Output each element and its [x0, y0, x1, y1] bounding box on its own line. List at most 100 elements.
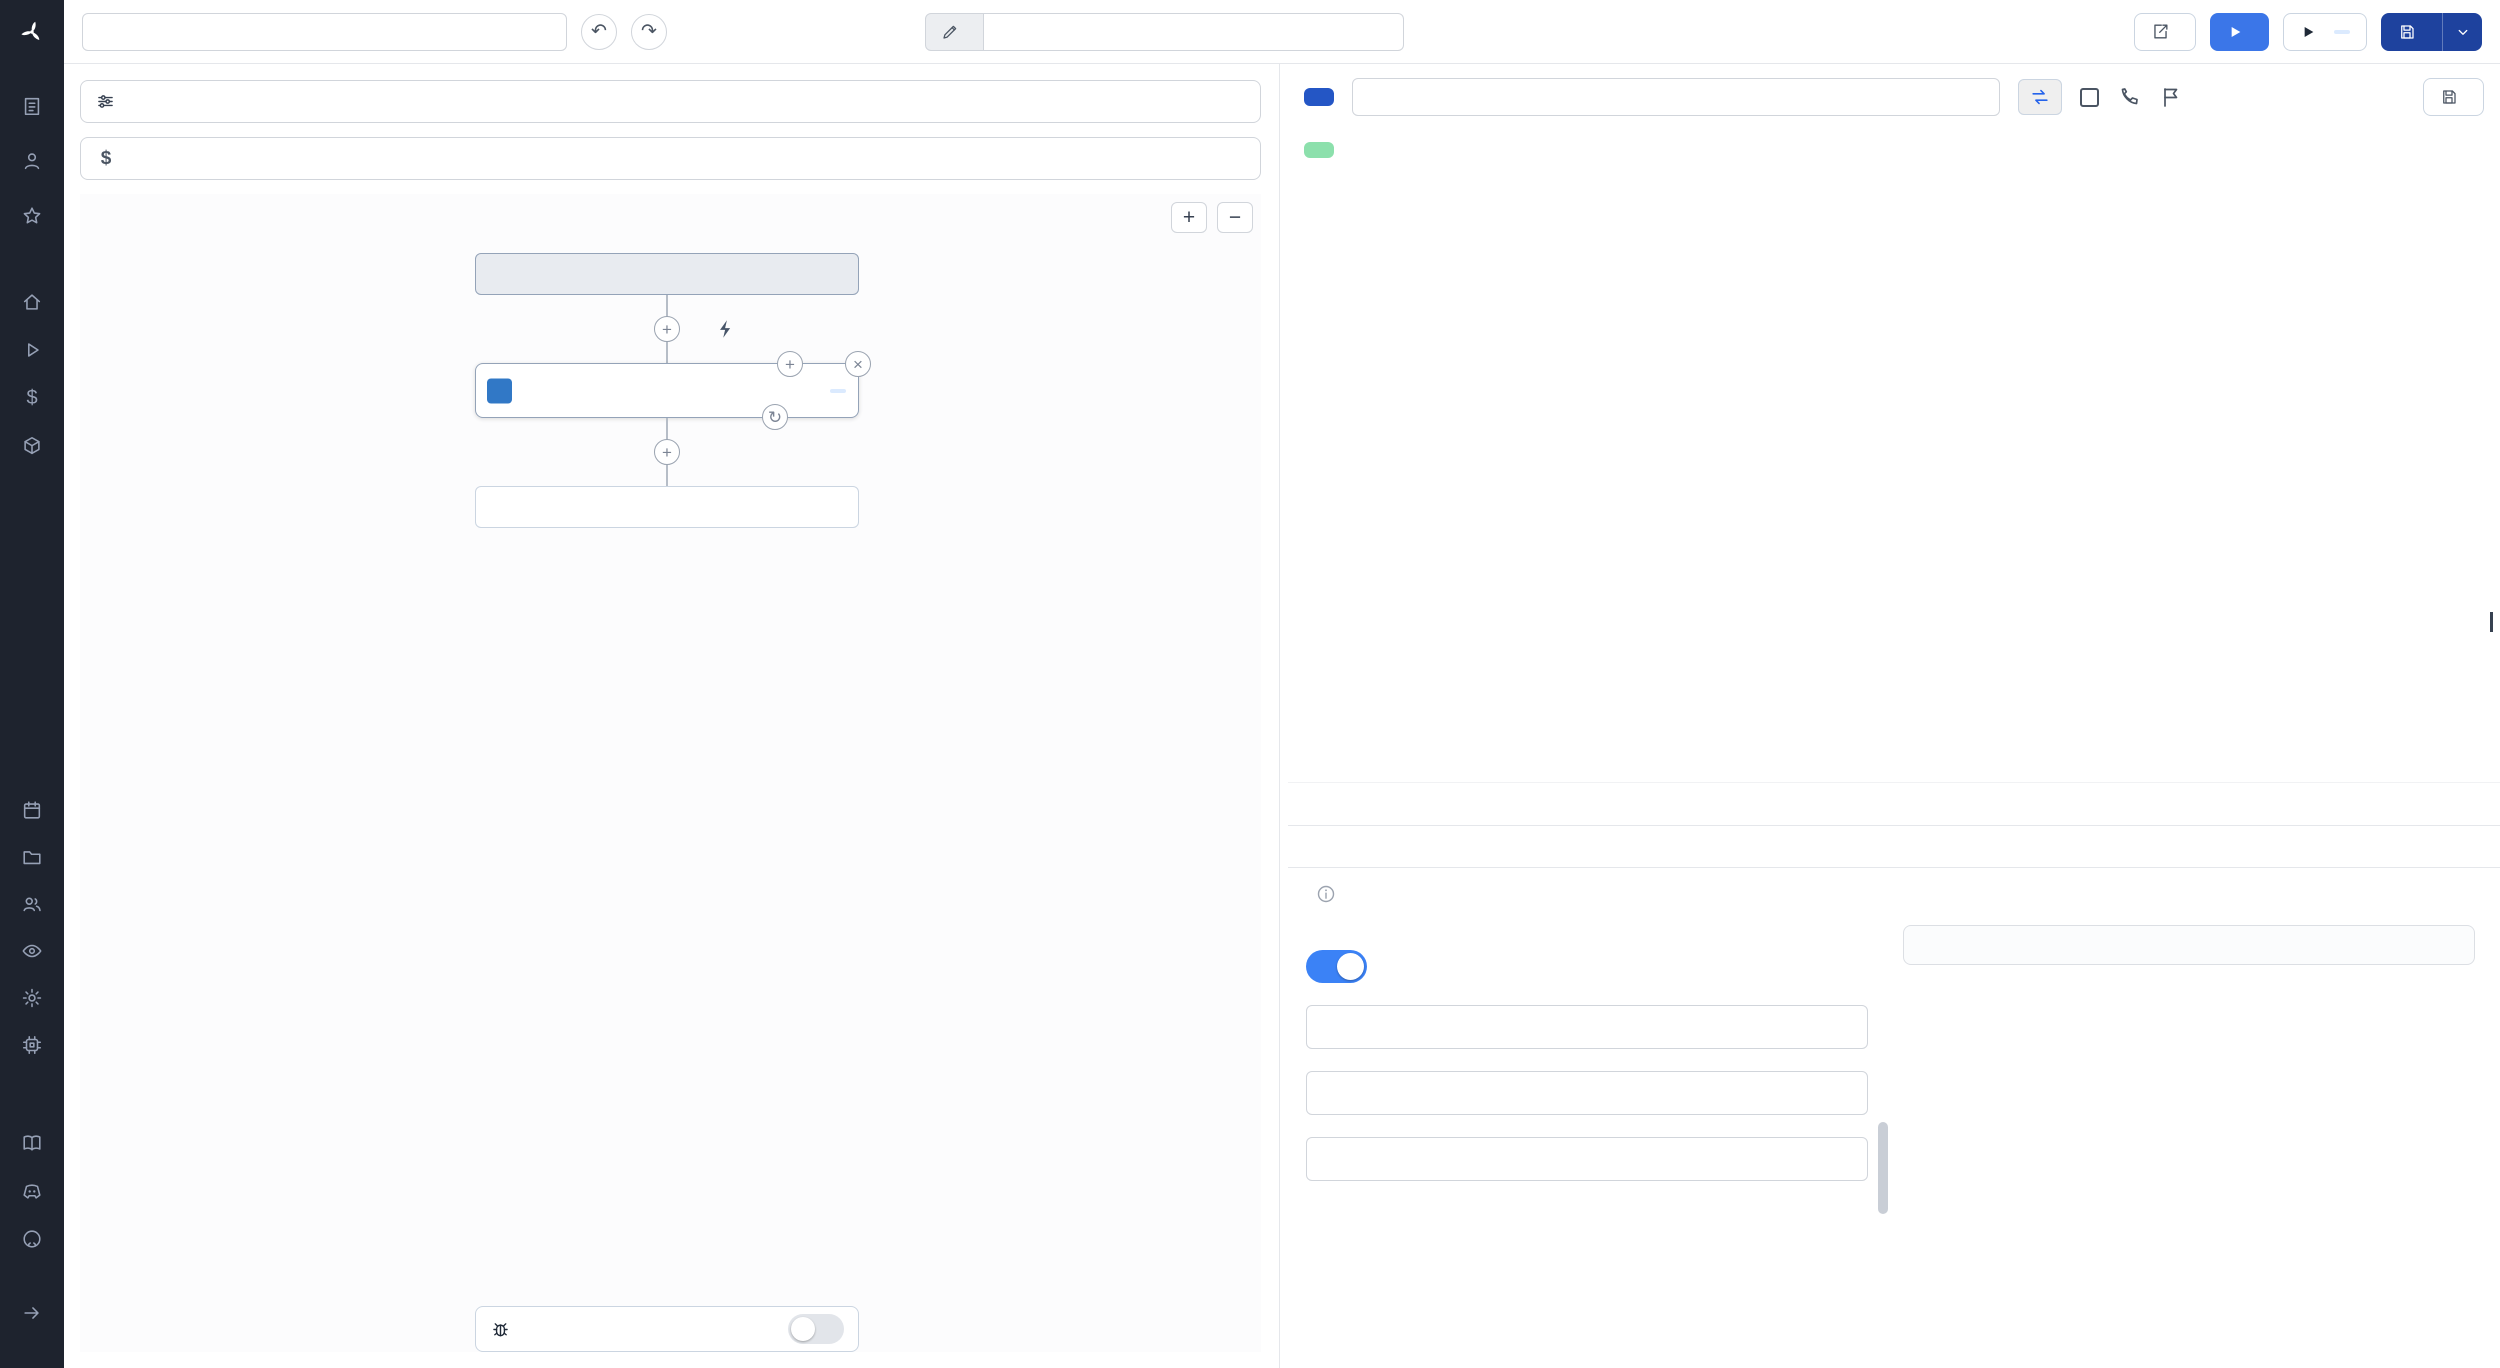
flow-canvas[interactable]: + − + + × ↻ +	[80, 194, 1261, 1352]
editor-code-lines[interactable]	[1354, 196, 2500, 782]
sidebar-group-main: $	[18, 288, 46, 460]
phone-icon[interactable]	[2117, 85, 2141, 109]
redo-button[interactable]: ↷	[631, 13, 667, 50]
typescript-badge	[487, 378, 512, 403]
play-icon[interactable]	[18, 336, 46, 364]
folders-icon[interactable]	[18, 843, 46, 871]
test-up-to-button[interactable]	[2283, 12, 2367, 51]
resources-cube-icon[interactable]	[18, 432, 46, 460]
path-badge	[925, 12, 984, 51]
exponential-backoff-toggle[interactable]	[1306, 950, 1367, 983]
flow-node-step[interactable]: + × ↻	[475, 351, 871, 430]
undo-icon: ↶	[591, 21, 607, 42]
advanced-retries-panel	[1288, 868, 2500, 1368]
delete-step-icon[interactable]: ×	[845, 351, 871, 377]
scrollbar-cursor-mark	[2490, 612, 2493, 632]
audit-eye-icon[interactable]	[18, 937, 46, 965]
save-button[interactable]	[2381, 12, 2442, 51]
valid-badge	[1304, 142, 1334, 158]
sidebar-group-expand	[18, 1299, 46, 1327]
diff-sync-button[interactable]	[2018, 79, 2062, 115]
editor-toolbar	[1288, 130, 2500, 180]
play-icon	[2227, 24, 2243, 40]
retry-attempts-panel	[1903, 925, 2475, 965]
language-badge	[1304, 88, 1334, 106]
sidebar-group-top	[18, 92, 46, 230]
export-icon	[2151, 22, 2170, 41]
bug-icon	[490, 1319, 511, 1340]
retries-heading	[1306, 884, 2500, 904]
flow-node-result[interactable]	[475, 486, 859, 528]
zoom-in-button[interactable]: +	[1171, 202, 1207, 233]
step-editor-panel	[1288, 64, 2500, 1368]
save-icon	[2398, 23, 2416, 41]
discord-icon[interactable]	[18, 1177, 46, 1205]
dollar-icon: $	[100, 147, 112, 169]
toggle-knob	[1337, 953, 1364, 980]
fullscreen-square-icon[interactable]	[2080, 87, 2099, 107]
zoom-controls: + −	[1171, 202, 1253, 233]
export-json-button[interactable]	[2134, 12, 2196, 51]
multiplier-input[interactable]	[1306, 1071, 1868, 1115]
panel-divider	[1279, 64, 1280, 1368]
path-input[interactable]	[984, 12, 1404, 51]
schedules-calendar-icon[interactable]	[18, 796, 46, 824]
sliders-icon	[95, 91, 116, 112]
pencil-icon	[941, 23, 959, 41]
save-dropdown-button[interactable]	[2442, 12, 2482, 51]
save-icon	[2440, 88, 2458, 106]
workers-cpu-icon[interactable]	[18, 1031, 46, 1059]
sub-tabs	[1288, 826, 2500, 868]
play-icon	[2300, 24, 2316, 40]
editor-header	[1288, 64, 2500, 130]
sidebar: $	[0, 0, 64, 1368]
windmill-logo-icon[interactable]	[0, 0, 64, 64]
variables-dollar-icon[interactable]: $	[18, 384, 46, 412]
step-id-chip	[2334, 29, 2350, 34]
docs-book-icon[interactable]	[18, 1129, 46, 1157]
user-icon[interactable]	[18, 147, 46, 175]
sidebar-group-links	[18, 1129, 46, 1253]
topbar: ↶ ↷	[64, 0, 2500, 64]
undo-button[interactable]: ↶	[581, 13, 617, 50]
save-to-workspace-button[interactable]	[2423, 78, 2484, 116]
save-button-group	[2381, 12, 2482, 51]
settings-gear-icon[interactable]	[18, 984, 46, 1012]
home-icon[interactable]	[18, 288, 46, 316]
lightning-bolt-icon[interactable]	[712, 315, 740, 343]
path-group	[925, 12, 1404, 51]
runs-icon[interactable]	[18, 92, 46, 120]
expand-arrow-icon[interactable]	[18, 1299, 46, 1327]
favorites-star-icon[interactable]	[18, 202, 46, 230]
github-icon[interactable]	[18, 1225, 46, 1253]
code-editor[interactable]	[1288, 180, 2500, 782]
step-title-input[interactable]	[1352, 78, 2000, 116]
groups-users-icon[interactable]	[18, 890, 46, 918]
sidebar-group-admin	[18, 796, 46, 1059]
add-step-icon[interactable]: +	[654, 316, 680, 342]
retry-loop-icon[interactable]: ↻	[762, 404, 788, 430]
attempts-input[interactable]	[1306, 1005, 1868, 1049]
toggle-knob	[791, 1317, 815, 1341]
main-tabs	[1288, 782, 2500, 826]
windmill-flow-editor: $ ↶ ↷ $ + − + + × ↻ +	[0, 0, 2500, 1368]
topbar-actions	[2134, 12, 2482, 51]
flow-node-input[interactable]	[475, 253, 859, 295]
error-handler-toggle[interactable]	[788, 1314, 844, 1344]
add-step-icon[interactable]: +	[654, 439, 680, 465]
flag-icon[interactable]	[2159, 85, 2183, 109]
flow-panel: $ + − + + × ↻ +	[64, 64, 1277, 1368]
base-input[interactable]	[1306, 1137, 1868, 1181]
error-handler-bar[interactable]	[475, 1306, 859, 1352]
static-inputs-bar[interactable]: $	[80, 137, 1261, 180]
test-flow-button[interactable]	[2210, 12, 2269, 51]
content-scrollbar[interactable]	[1878, 1122, 1888, 1214]
insert-step-icon[interactable]: +	[777, 351, 803, 377]
info-icon[interactable]	[1316, 884, 1336, 904]
redo-icon: ↷	[641, 21, 657, 42]
editor-gutter	[1288, 196, 1336, 782]
flow-settings-bar[interactable]	[80, 80, 1261, 123]
flow-summary-input[interactable]	[82, 12, 567, 51]
zoom-out-button[interactable]: −	[1217, 202, 1253, 233]
step-id-chip	[830, 388, 846, 393]
